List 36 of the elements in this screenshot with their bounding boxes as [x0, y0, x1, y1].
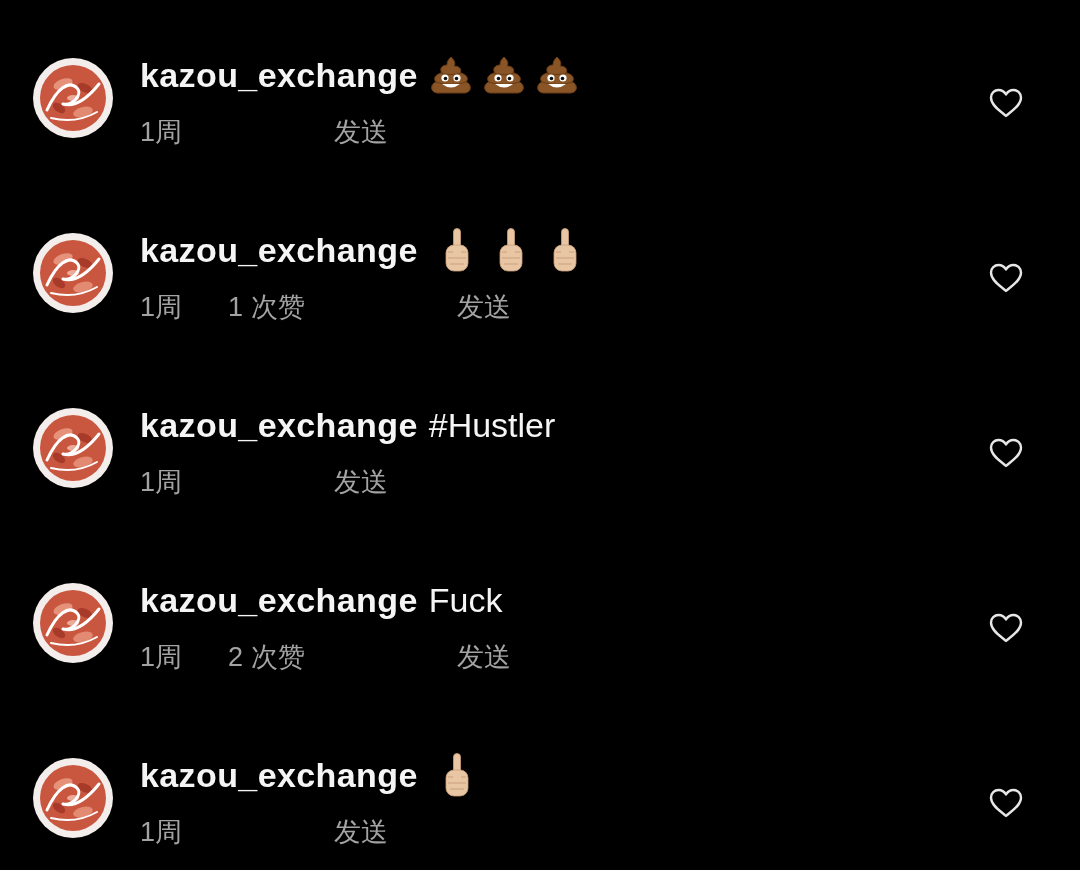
avatar-icon[interactable]: [33, 58, 113, 138]
username-link[interactable]: kazou_exchange: [140, 580, 418, 620]
comment-time: 1周: [140, 116, 183, 149]
comment-time: 1周: [140, 291, 183, 324]
comment-time: 1周: [140, 816, 183, 849]
middle-finger-icon: [497, 228, 524, 272]
comment-time: 1周: [140, 466, 183, 499]
middle-finger-icon: [443, 753, 470, 797]
username-link[interactable]: kazou_exchange: [140, 755, 418, 795]
comment-time: 1周: [140, 641, 183, 674]
avatar-icon[interactable]: [33, 583, 113, 663]
avatar-icon[interactable]: [33, 408, 113, 488]
middle-finger-icon: [443, 228, 470, 272]
heart-icon[interactable]: [989, 438, 1023, 468]
send-link[interactable]: 发送: [334, 814, 389, 850]
username-link[interactable]: kazou_exchange: [140, 405, 418, 445]
heart-icon[interactable]: [989, 613, 1023, 643]
comment-text: #Hustler: [428, 405, 556, 445]
likes-count-link[interactable]: 2 次赞: [228, 639, 305, 675]
heart-icon[interactable]: [989, 88, 1023, 118]
send-link[interactable]: 发送: [334, 464, 389, 500]
poop-emoji-icon: [535, 56, 578, 94]
username-link[interactable]: kazou_exchange: [140, 230, 418, 270]
comment-text: Fuck: [428, 580, 503, 620]
send-link[interactable]: 发送: [456, 639, 511, 675]
avatar-icon[interactable]: [33, 233, 113, 313]
likes-count-link[interactable]: 1 次赞: [228, 289, 305, 325]
poop-emoji-icon: [482, 56, 525, 94]
heart-icon[interactable]: [989, 263, 1023, 293]
poop-emoji-icon: [429, 56, 472, 94]
username-link[interactable]: kazou_exchange: [140, 55, 418, 95]
middle-finger-icon: [551, 228, 578, 272]
send-link[interactable]: 发送: [456, 289, 511, 325]
avatar-icon[interactable]: [33, 758, 113, 838]
send-link[interactable]: 发送: [334, 114, 389, 150]
heart-icon[interactable]: [989, 788, 1023, 818]
